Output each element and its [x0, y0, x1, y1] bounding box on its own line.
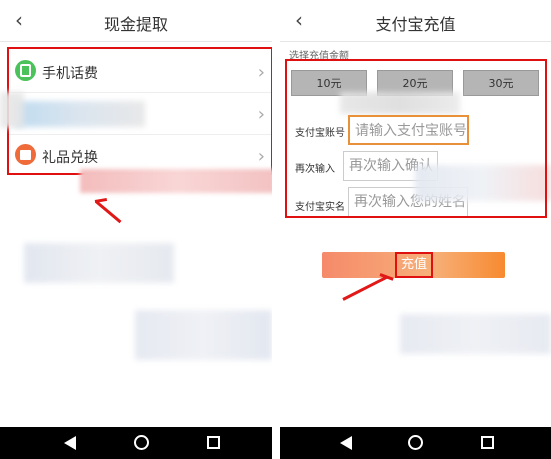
nav-home-icon[interactable] [134, 435, 149, 450]
nav-back-icon[interactable] [340, 436, 352, 450]
nav-recent-icon[interactable] [481, 436, 494, 449]
nav-back-icon[interactable] [64, 436, 76, 450]
blurred-content [80, 169, 275, 193]
withdraw-options-list: 手机话费 › › 礼品兑换 › [7, 47, 272, 175]
system-nav-bar [280, 427, 551, 459]
nav-recent-icon[interactable] [207, 436, 220, 449]
right-header: ‹ 支付宝充值 [280, 0, 551, 42]
option-label: 手机话费 [42, 66, 98, 82]
system-nav-bar [0, 427, 272, 459]
gift-icon [15, 144, 36, 165]
nav-home-icon[interactable] [408, 435, 423, 450]
option-label: 礼品兑换 [42, 150, 98, 166]
form-highlight-box [285, 59, 547, 218]
left-screen: ‹ 现金提取 手机话费 › › 礼品兑换 › [0, 0, 272, 459]
option-phone-credit[interactable]: 手机话费 › [9, 51, 271, 92]
left-header: ‹ 现金提取 [0, 0, 272, 42]
chevron-right-icon: › [257, 146, 265, 167]
blurred-content [24, 243, 174, 283]
submit-button-label[interactable]: 充值 [395, 252, 433, 278]
annotation-arrow-head [94, 197, 108, 203]
chevron-right-icon: › [257, 62, 265, 83]
phone-icon [15, 60, 36, 81]
blurred-content [135, 310, 272, 360]
screen-divider [272, 0, 280, 459]
blurred-content [0, 92, 24, 128]
chevron-right-icon: › [257, 104, 265, 125]
page-title: 支付宝充值 [375, 15, 456, 34]
annotation-arrow [95, 200, 122, 224]
blurred-content [400, 314, 551, 354]
page-title: 现金提取 [103, 15, 168, 34]
option-obscured[interactable]: › [9, 92, 271, 133]
blurred-content [15, 101, 145, 127]
